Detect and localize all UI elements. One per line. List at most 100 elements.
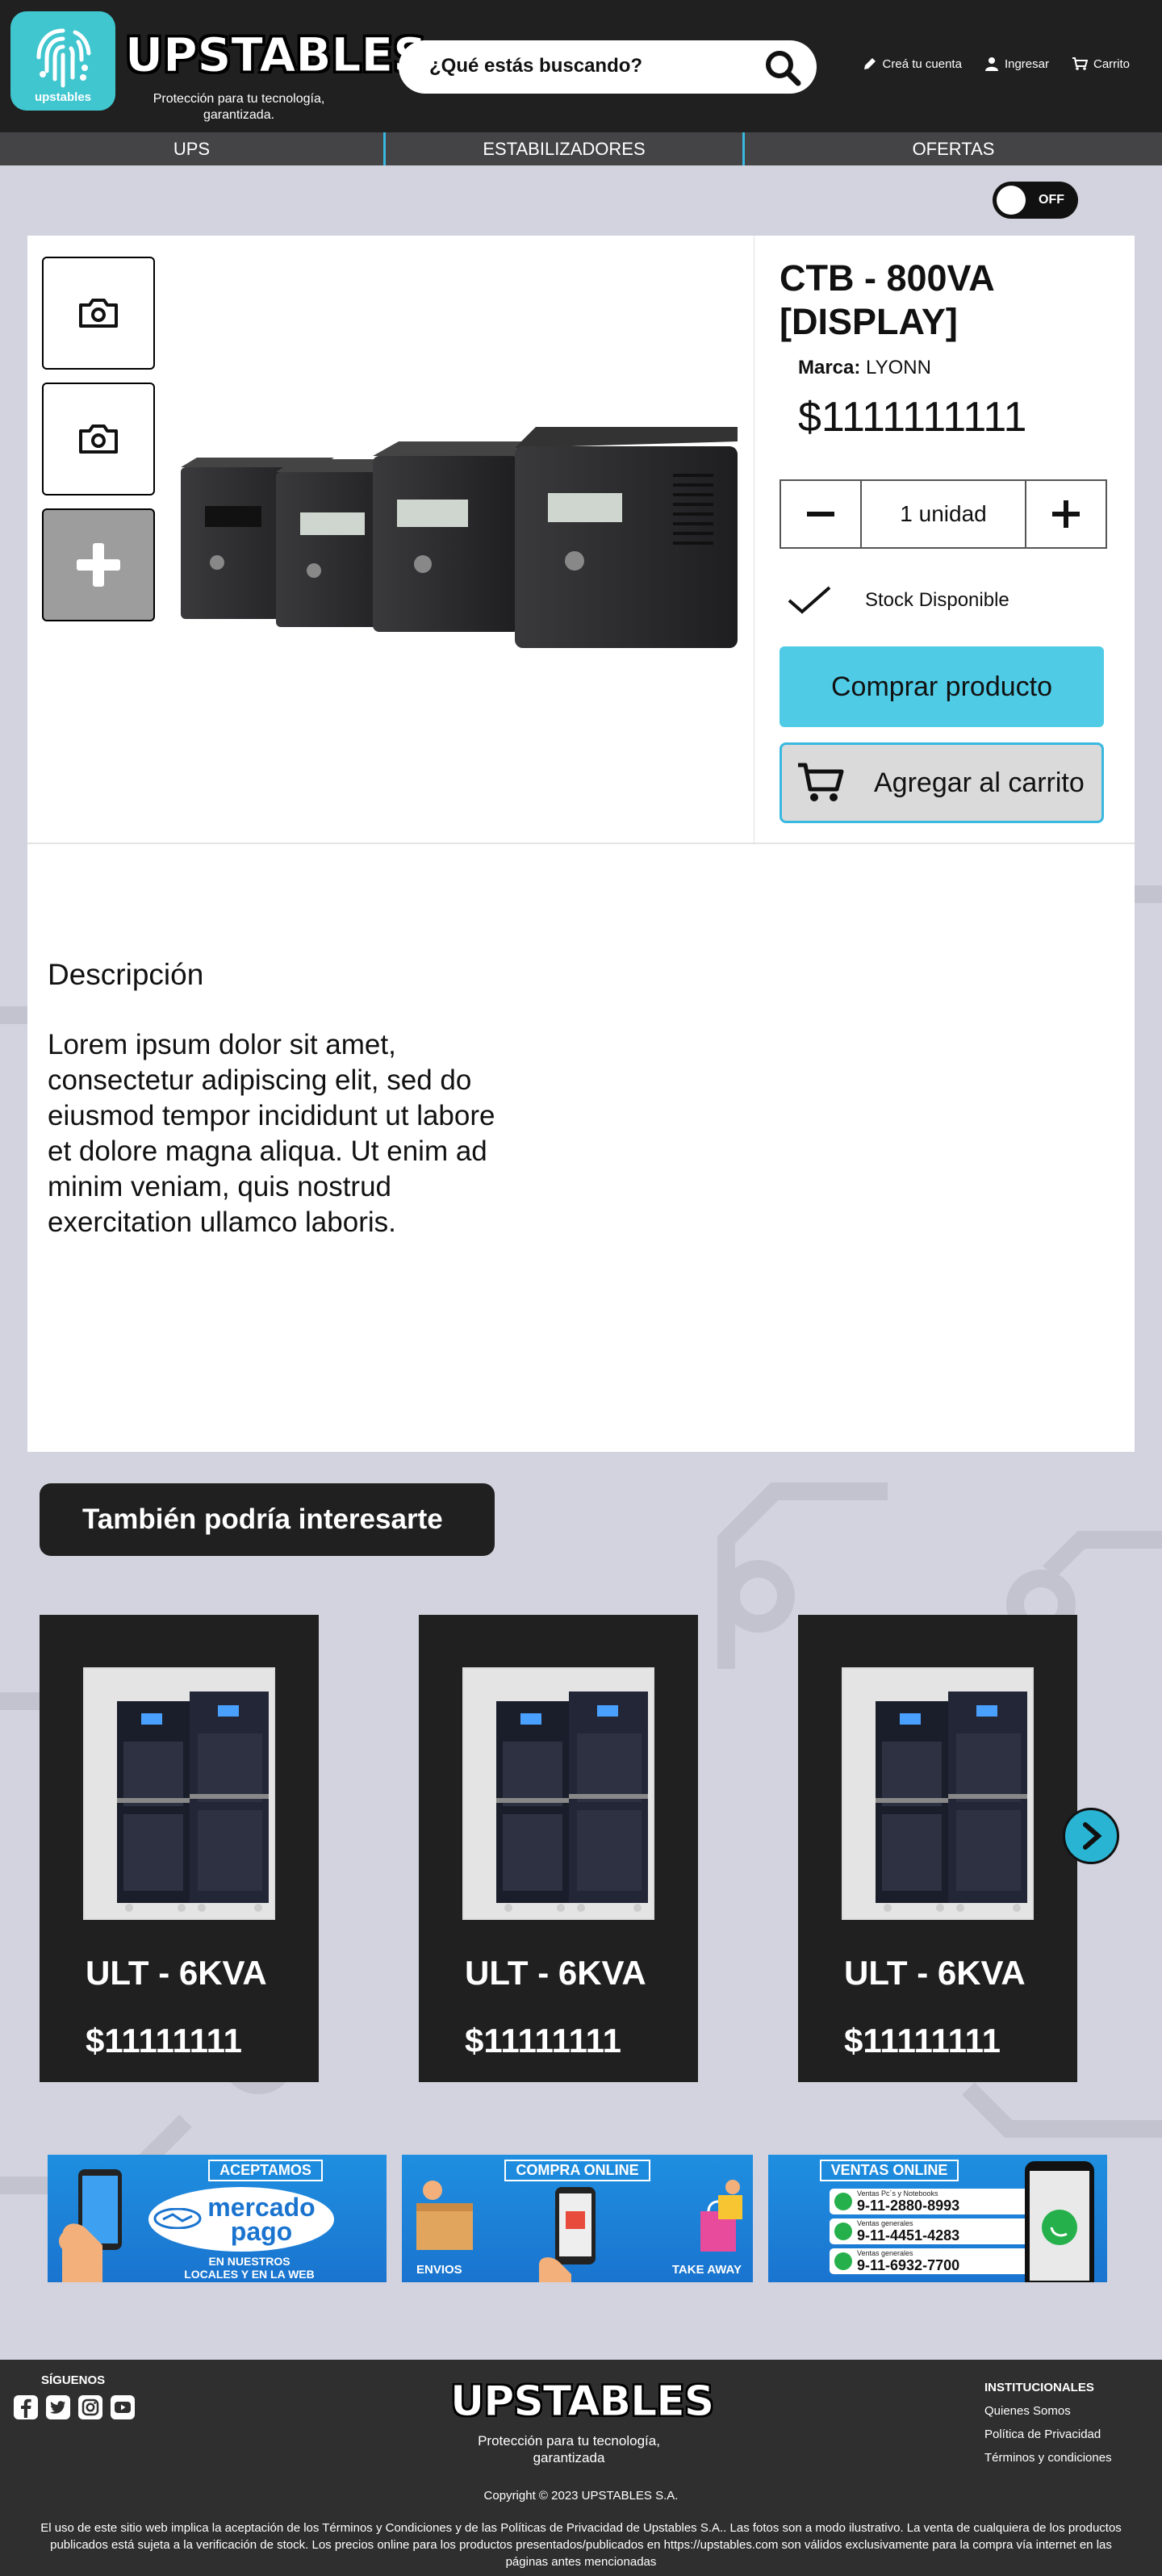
whatsapp-icon xyxy=(834,2252,852,2270)
search-input[interactable] xyxy=(429,50,752,82)
product-card[interactable]: ULT - 6KVA $11111111 xyxy=(419,1615,698,2082)
whatsapp-sales-banner[interactable]: VENTAS ONLINE Ventas Pc´s y Notebooks 9-1… xyxy=(768,2155,1107,2282)
tagline: Protección para tu tecnología, garantiza… xyxy=(153,92,325,122)
phone-number: 9-11-4451-4283 xyxy=(857,2227,960,2244)
footer-link-privacy[interactable]: Política de Privacidad xyxy=(984,2423,1112,2446)
stock-status: Stock Disponible xyxy=(786,584,1009,617)
description-title: Descripción xyxy=(48,958,204,991)
product-brand: Marca: LYONN xyxy=(798,357,931,379)
footer-link-terms[interactable]: Términos y condiciones xyxy=(984,2446,1112,2469)
follow-heading: SÍGUENOS xyxy=(41,2373,106,2387)
quantity-stepper: 1 unidad xyxy=(780,479,1107,549)
product-card-image xyxy=(462,1667,654,1920)
phone-contact[interactable]: Ventas Pc´s y Notebooks 9-11-2880-8993 xyxy=(830,2189,1030,2214)
phone-label: Ventas generales xyxy=(857,2248,913,2257)
product-card-image xyxy=(83,1667,275,1920)
banner-line-2: LOCALES Y EN LA WEB xyxy=(184,2268,315,2281)
hand-phone-illustration xyxy=(59,2169,122,2282)
phone-number: 9-11-2880-8993 xyxy=(857,2197,960,2214)
search-bar xyxy=(399,40,817,94)
create-account-label: Creá tu cuenta xyxy=(882,56,962,71)
toggle-knob xyxy=(997,186,1026,215)
footer-brand: UPSTABLES xyxy=(449,2377,714,2427)
product-card-name: ULT - 6KVA xyxy=(86,1954,267,1992)
cart-icon xyxy=(798,763,844,801)
mercadopago-logo: mercado pago xyxy=(148,2187,334,2252)
footer-tagline: Protección para tu tecnología, garantiza… xyxy=(478,2433,660,2465)
more-images-thumbnail[interactable] xyxy=(42,508,155,621)
login-label: Ingresar xyxy=(1004,56,1049,71)
youtube-icon[interactable] xyxy=(111,2395,135,2423)
phone-cart-illustration xyxy=(539,2187,596,2282)
brand-wordmark[interactable]: UPSTABLES xyxy=(125,27,428,83)
logo[interactable]: upstables xyxy=(10,11,115,111)
increment-button[interactable] xyxy=(1026,481,1106,547)
chevron-right-icon xyxy=(1083,1822,1102,1850)
recommendations-title: También podría interesarte xyxy=(40,1483,495,1556)
theme-toggle[interactable]: OFF xyxy=(993,182,1078,219)
check-icon xyxy=(788,586,831,614)
shopping-bag-illustration xyxy=(700,2180,742,2252)
site-footer: SÍGUENOS UPSTABLES Protección para tu te… xyxy=(0,2360,1162,2576)
institutional-links: INSTITUCIONALES Quienes Somos Política d… xyxy=(984,2376,1112,2469)
take-away-label: TAKE AWAY xyxy=(671,2263,742,2277)
nav-item-ofertas[interactable]: OFERTAS xyxy=(745,132,1162,165)
description-panel: Descripción Lorem ipsum dolor sit amet, … xyxy=(27,845,1135,1452)
add-to-cart-label: Agregar al carrito xyxy=(874,767,1085,798)
decrement-button[interactable] xyxy=(781,481,860,547)
create-account-link[interactable]: Creá tu cuenta xyxy=(863,56,962,71)
site-header: upstables UPSTABLES Protección para tu t… xyxy=(0,0,1162,132)
logo-label: upstables xyxy=(34,90,92,104)
thumbnail-2[interactable] xyxy=(42,383,155,496)
brand-label: Marca: xyxy=(798,357,861,378)
pencil-icon xyxy=(863,58,876,69)
product-price: $1111111111 xyxy=(798,394,1027,441)
product-card-image xyxy=(842,1667,1034,1920)
mercadopago-banner[interactable]: ACEPTAMOS mercado pago EN NUESTROS LOCAL… xyxy=(48,2155,387,2282)
login-link[interactable]: Ingresar xyxy=(984,56,1049,71)
facebook-icon[interactable] xyxy=(14,2395,38,2423)
nav-item-estabilizadores[interactable]: ESTABILIZADORES xyxy=(386,132,745,165)
user-icon xyxy=(984,57,998,71)
quantity-value[interactable]: 1 unidad xyxy=(860,481,1026,547)
footer-link-about[interactable]: Quienes Somos xyxy=(984,2399,1112,2423)
whatsapp-icon xyxy=(834,2193,852,2210)
banner-heading: ACEPTAMOS xyxy=(208,2160,323,2181)
panel-divider xyxy=(27,843,1135,844)
fingerprint-icon xyxy=(36,28,91,88)
product-panel: CTB - 800VA [DISPLAY] Marca: LYONN $1111… xyxy=(27,236,1135,845)
nav-item-ups[interactable]: UPS xyxy=(0,132,386,165)
handshake-icon xyxy=(153,2208,202,2229)
copyright: Copyright © 2023 UPSTABLES S.A. xyxy=(483,2489,679,2503)
add-to-cart-button[interactable]: Agregar al carrito xyxy=(780,742,1104,823)
box-illustration xyxy=(416,2181,473,2250)
description-body: Lorem ipsum dolor sit amet, consectetur … xyxy=(48,1029,495,1238)
buy-button[interactable]: Comprar producto xyxy=(780,646,1104,727)
product-card[interactable]: ULT - 6KVA $11111111 xyxy=(798,1615,1077,2082)
online-shopping-banner[interactable]: COMPRA ONLINE ENVIOS TAKE AWAY xyxy=(402,2155,753,2282)
phone-label: Ventas Pc´s y Notebooks xyxy=(857,2189,938,2198)
product-card-price: $11111111 xyxy=(86,2022,243,2060)
mercadopago-name: mercado pago xyxy=(207,2193,316,2246)
search-icon[interactable] xyxy=(763,48,802,87)
whatsapp-phone-illustration xyxy=(1025,2161,1094,2282)
phone-contact[interactable]: Ventas generales 9-11-6932-7700 xyxy=(830,2248,1030,2274)
main-nav: UPS ESTABILIZADORES OFERTAS xyxy=(0,132,1162,165)
product-card[interactable]: ULT - 6KVA $11111111 xyxy=(40,1615,319,2082)
carousel-next-button[interactable] xyxy=(1063,1808,1119,1864)
twitter-icon[interactable] xyxy=(46,2395,70,2423)
cart-link[interactable]: Carrito xyxy=(1072,56,1130,71)
brand-value: LYONN xyxy=(866,357,931,378)
phone-label: Ventas generales xyxy=(857,2218,913,2227)
stock-label: Stock Disponible xyxy=(865,589,1009,611)
cart-label: Carrito xyxy=(1093,56,1130,71)
instagram-icon[interactable] xyxy=(78,2395,102,2423)
product-card-price: $11111111 xyxy=(465,2022,622,2060)
toggle-label: OFF xyxy=(1039,193,1064,207)
banner-heading: COMPRA ONLINE xyxy=(504,2160,650,2181)
phone-contact[interactable]: Ventas generales 9-11-4451-4283 xyxy=(830,2218,1030,2244)
banner-line-1: EN NUESTROS xyxy=(208,2255,290,2268)
product-title: CTB - 800VA [DISPLAY] xyxy=(780,257,994,342)
thumbnail-1[interactable] xyxy=(42,257,155,370)
delivery-label: ENVIOS xyxy=(416,2263,462,2277)
